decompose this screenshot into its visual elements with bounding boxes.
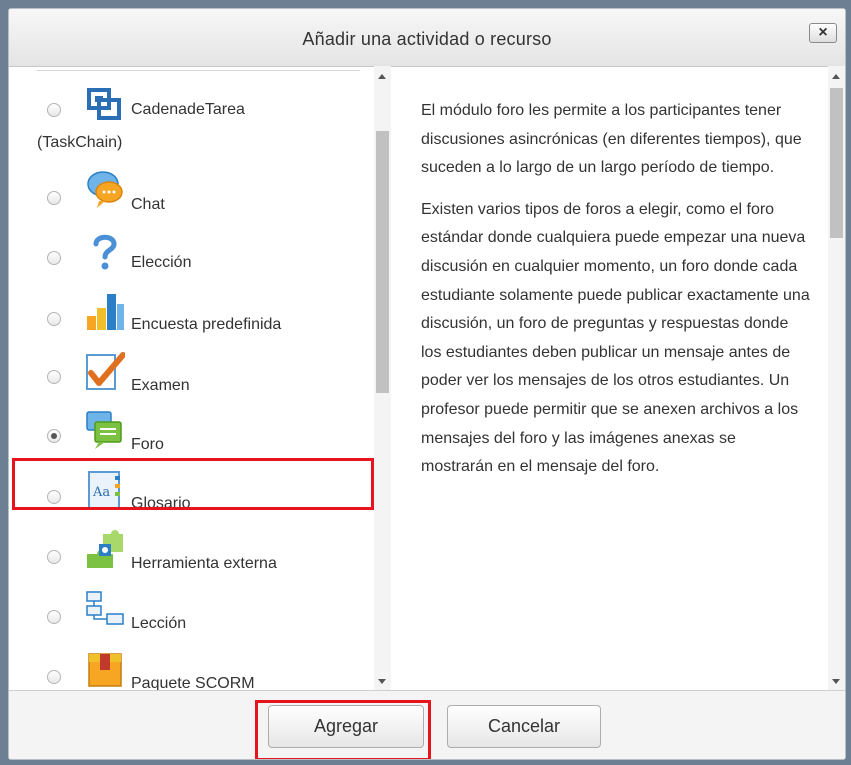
lesson-icon	[86, 591, 124, 625]
checkmark-icon	[86, 352, 125, 390]
option-herramienta-externa[interactable]: Herramienta externa	[9, 530, 374, 586]
question-icon	[93, 234, 117, 270]
option-label: Encuesta predefinida	[131, 316, 282, 333]
radio-cadenadetarea[interactable]	[47, 103, 61, 117]
scorm-package-icon	[88, 653, 122, 687]
add-button[interactable]: Agregar	[268, 705, 424, 748]
radio-paquete-scorm[interactable]	[47, 670, 61, 684]
option-leccion[interactable]: Lección	[9, 590, 374, 646]
scroll-down-arrow-icon[interactable]	[832, 679, 840, 684]
radio-leccion[interactable]	[47, 610, 61, 624]
option-cadenadetarea[interactable]: CadenadeTarea (TaskChain)	[9, 86, 374, 151]
forum-icon	[86, 411, 122, 449]
radio-eleccion[interactable]	[47, 251, 61, 265]
activity-description: El módulo foro les permite a los partici…	[392, 66, 828, 690]
description-scrollbar[interactable]	[828, 66, 845, 690]
cancel-button[interactable]: Cancelar	[447, 705, 601, 748]
scrollbar-thumb[interactable]	[376, 131, 389, 393]
option-paquete-scorm[interactable]: Paquete SCORM	[9, 650, 374, 690]
close-button[interactable]: ×	[809, 23, 837, 43]
dialog-footer: Agregar Cancelar	[9, 690, 845, 759]
scroll-up-arrow-icon[interactable]	[832, 74, 840, 79]
option-encuesta-predefinida[interactable]: Encuesta predefinida	[9, 292, 374, 348]
scroll-down-arrow-icon[interactable]	[378, 679, 386, 684]
list-divider	[37, 70, 360, 71]
scroll-up-arrow-icon[interactable]	[378, 74, 386, 79]
scrollbar-thumb[interactable]	[830, 88, 843, 238]
option-label-continued: (TaskChain)	[37, 134, 123, 151]
option-label: Chat	[131, 196, 165, 213]
radio-herramienta-externa[interactable]	[47, 550, 61, 564]
chat-icon	[87, 171, 123, 208]
activity-options-list: CadenadeTarea (TaskChain) Chat Elección …	[9, 66, 391, 690]
option-label: Lección	[131, 615, 187, 632]
bar-chart-icon	[87, 294, 124, 330]
description-paragraph-2: Existen varios tipos de foros a elegir, …	[421, 200, 810, 476]
option-label: Foro	[131, 436, 164, 453]
radio-chat[interactable]	[47, 191, 61, 205]
radio-encuesta-predefinida[interactable]	[47, 312, 61, 326]
description-paragraph-1: El módulo foro les permite a los partici…	[421, 102, 802, 177]
dialog-title: Añadir una actividad o recurso	[302, 29, 552, 49]
option-label: Herramienta externa	[131, 555, 277, 572]
option-eleccion[interactable]: Elección	[9, 232, 374, 288]
option-label: Examen	[131, 377, 190, 394]
selected-option-highlight	[12, 458, 374, 510]
option-label: Elección	[131, 254, 192, 271]
taskchain-icon	[87, 88, 121, 120]
dialog-header: Añadir una actividad o recurso ×	[9, 9, 845, 67]
option-examen[interactable]: Examen	[9, 351, 374, 407]
add-activity-dialog: Añadir una actividad o recurso × Cadenad…	[8, 8, 846, 760]
option-chat[interactable]: Chat	[9, 170, 374, 226]
option-label: Paquete SCORM	[131, 675, 255, 690]
puzzle-icon	[87, 530, 123, 568]
radio-foro[interactable]	[47, 429, 61, 443]
options-scrollbar[interactable]	[374, 66, 391, 690]
option-label: CadenadeTarea	[131, 101, 245, 118]
radio-examen[interactable]	[47, 370, 61, 384]
